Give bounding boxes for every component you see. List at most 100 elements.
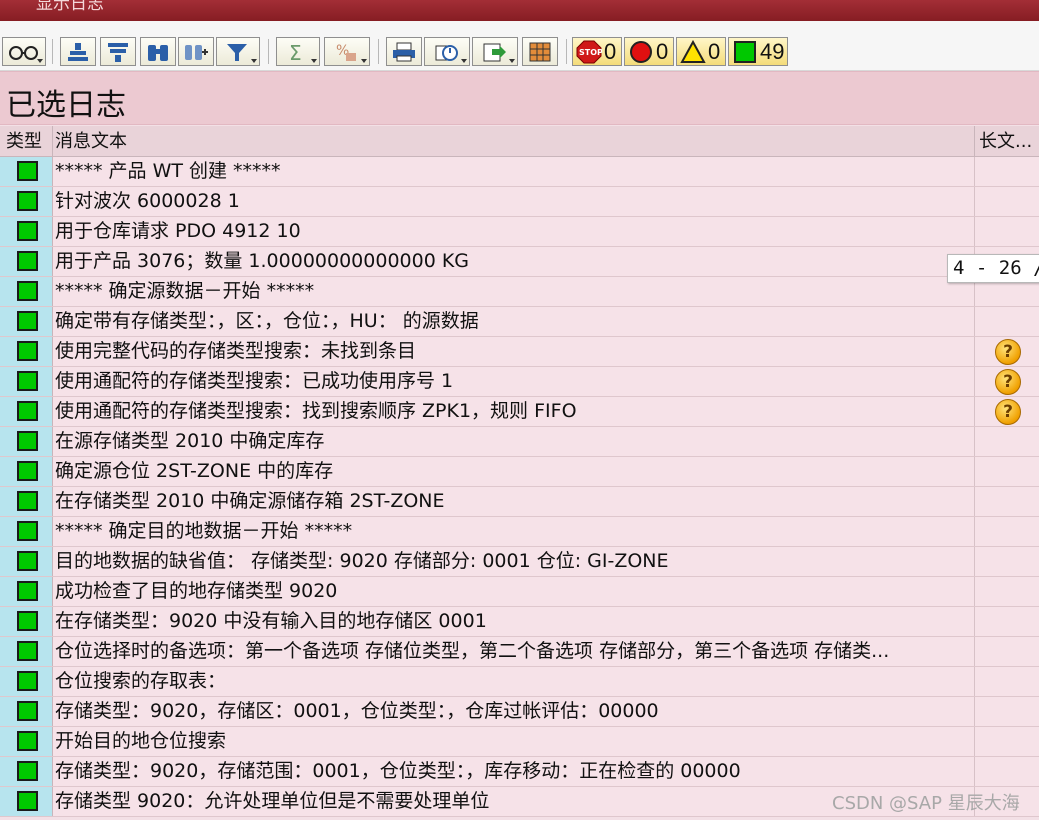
grid-view-button[interactable] [522, 37, 558, 66]
success-icon [17, 701, 38, 721]
sort-descending-button[interactable] [100, 37, 136, 66]
table-row[interactable]: 仓位搜索的存取表： [0, 667, 1039, 697]
export-icon [483, 43, 506, 61]
long-text-cell [975, 667, 1039, 696]
message-cell: 用于产品 3076；数量 1.00000000000000 KG [53, 247, 975, 276]
long-text-cell [975, 517, 1039, 546]
success-icon [17, 281, 38, 301]
total-button[interactable]: Σ [276, 37, 320, 66]
table-row[interactable]: ***** 确定目的地数据－开始 ***** [0, 517, 1039, 547]
long-text-cell [975, 637, 1039, 666]
change-layout-button[interactable] [424, 37, 470, 66]
sort-ascending-icon [68, 42, 88, 61]
table-row[interactable]: 成功检查了目的地存储类型 9020 [0, 577, 1039, 607]
type-cell [0, 727, 53, 756]
sort-descending-icon [108, 42, 128, 62]
stop-count: 0 [604, 38, 617, 64]
watermark: CSDN @SAP 星辰大海 [832, 793, 1020, 814]
type-cell [0, 487, 53, 516]
window-titlebar: 显示日志 [0, 0, 1039, 21]
message-cell: 在存储类型 2010 中确定源储存箱 2ST-ZONE [53, 487, 975, 516]
help-icon[interactable]: ? [995, 369, 1021, 395]
subtotal-button[interactable]: % [324, 37, 370, 66]
details-button[interactable] [2, 37, 46, 66]
long-text-cell [975, 727, 1039, 756]
table-row[interactable]: 目的地数据的缺省值： 存储类型: 9020 存储部分: 0001 仓位: GI-… [0, 547, 1039, 577]
stop-count-button[interactable]: STOP 0 [572, 37, 622, 66]
success-icon [17, 491, 38, 511]
type-cell [0, 217, 53, 246]
long-text-cell [975, 577, 1039, 606]
table-row[interactable]: 确定源仓位 2ST-ZONE 中的库存 [0, 457, 1039, 487]
find-next-button[interactable] [178, 37, 214, 66]
help-icon[interactable]: ? [995, 399, 1021, 425]
table-row[interactable]: 确定带有存储类型：，区：，仓位：，HU： 的源数据 [0, 307, 1039, 337]
message-cell: ***** 确定源数据－开始 ***** [53, 277, 975, 306]
sort-ascending-button[interactable] [60, 37, 96, 66]
table-row[interactable]: 开始目的地仓位搜索 [0, 727, 1039, 757]
error-count-button[interactable]: 0 [624, 37, 674, 66]
message-cell: 开始目的地仓位搜索 [53, 727, 975, 756]
long-text-cell [975, 187, 1039, 216]
success-icon [17, 791, 38, 811]
table-row[interactable]: 仓位选择时的备选项：第一个备选项 存储位类型，第二个备选项 存储部分，第三个备选… [0, 637, 1039, 667]
toolbar-divider [268, 39, 269, 64]
table-row[interactable]: 在源存储类型 2010 中确定库存 [0, 427, 1039, 457]
long-text-cell: ? [975, 367, 1039, 396]
table-row[interactable]: 在存储类型 2010 中确定源储存箱 2ST-ZONE [0, 487, 1039, 517]
success-icon [17, 251, 38, 271]
type-cell [0, 697, 53, 726]
toolbar-divider [52, 39, 53, 64]
message-cell: ***** 确定目的地数据－开始 ***** [53, 517, 975, 546]
success-icon [17, 221, 38, 241]
success-icon [17, 191, 38, 211]
table-row[interactable]: 针对波次 6000028 1 [0, 187, 1039, 217]
export-button[interactable] [472, 37, 518, 66]
help-icon[interactable]: ? [995, 339, 1021, 365]
table-row[interactable]: 用于仓库请求 PDO 4912 10 [0, 217, 1039, 247]
type-cell [0, 637, 53, 666]
chevron-down-icon [461, 59, 467, 63]
message-cell: 在存储类型：9020 中没有输入目的地存储区 0001 [53, 607, 975, 636]
find-button[interactable] [140, 37, 176, 66]
column-header-message[interactable]: 消息文本 [53, 126, 975, 157]
success-icon [17, 521, 38, 541]
long-text-cell [975, 427, 1039, 456]
success-icon [17, 161, 38, 181]
toolbar: Σ % STOP 0 0 0 49 [0, 21, 1039, 71]
message-cell: 用于仓库请求 PDO 4912 10 [53, 217, 975, 246]
print-button[interactable] [386, 37, 422, 66]
warning-count-button[interactable]: 0 [676, 37, 726, 66]
success-count-button[interactable]: 49 [728, 37, 788, 66]
filter-button[interactable] [216, 37, 260, 66]
table-row[interactable]: 存储类型：9020，存储区：0001，仓位类型：，仓库过帐评估：00000 [0, 697, 1039, 727]
long-text-cell: ? [975, 397, 1039, 426]
column-header-type[interactable]: 类型 [0, 126, 53, 157]
chevron-down-icon [37, 59, 43, 63]
long-text-cell [975, 487, 1039, 516]
type-cell [0, 787, 53, 816]
type-cell [0, 397, 53, 426]
table-row[interactable]: 用于产品 3076；数量 1.00000000000000 KG [0, 247, 1039, 277]
success-icon [17, 431, 38, 451]
table-row[interactable]: ***** 确定源数据－开始 ***** [0, 277, 1039, 307]
type-cell [0, 457, 53, 486]
table-row[interactable]: 使用通配符的存储类型搜索：找到搜索顺序 ZPK1，规则 FIFO? [0, 397, 1039, 427]
column-header-long-text[interactable]: 长文... [975, 126, 1039, 157]
type-cell [0, 427, 53, 456]
table-row[interactable]: ***** 产品 WT 创建 ***** [0, 157, 1039, 187]
table-row[interactable]: 在存储类型：9020 中没有输入目的地存储区 0001 [0, 607, 1039, 637]
chevron-down-icon [251, 59, 257, 63]
table-row[interactable]: 存储类型：9020，存储范围：0001，仓位类型：，库存移动：正在检查的 000… [0, 757, 1039, 787]
long-text-cell [975, 547, 1039, 576]
type-cell [0, 337, 53, 366]
glasses-icon [9, 45, 38, 60]
success-icon [17, 761, 38, 781]
warning-triangle-icon [680, 39, 706, 63]
long-text-cell: ? [975, 337, 1039, 366]
page-header: 已选日志 [0, 71, 1039, 125]
filter-icon [227, 43, 247, 61]
table-row[interactable]: 使用完整代码的存储类型搜索：未找到条目? [0, 337, 1039, 367]
svg-text:STOP: STOP [579, 48, 602, 57]
table-row[interactable]: 使用通配符的存储类型搜索：已成功使用序号 1? [0, 367, 1039, 397]
